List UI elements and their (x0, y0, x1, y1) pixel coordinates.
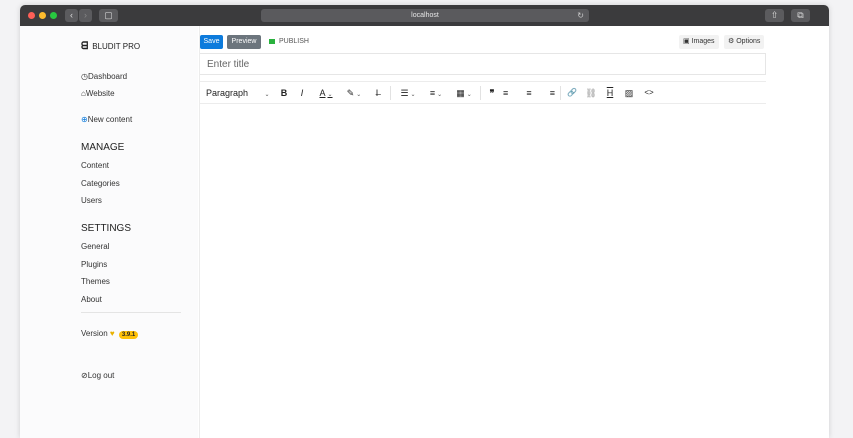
manage-heading: MANAGE (81, 142, 125, 153)
images-label: Images (691, 38, 715, 45)
brand-name: BLUDIT PRO (92, 42, 141, 51)
sidebar-item-new-content[interactable]: ⊕New content (81, 115, 132, 124)
options-label: Options (736, 38, 761, 45)
unlink-button[interactable]: ⛓ (584, 82, 598, 104)
sidebar-item-label: Log out (87, 371, 115, 380)
toolbar-separator (480, 86, 481, 100)
save-button[interactable]: Save (200, 35, 223, 49)
align-center-button[interactable]: ≡ (522, 82, 536, 104)
format-select[interactable]: Paragraph ⌄ (206, 82, 272, 104)
sidebar-item-website[interactable]: ⌂Website (81, 89, 115, 98)
sidebar-item-dashboard[interactable]: ◷Dashboard (81, 72, 127, 81)
italic-button[interactable]: I (295, 82, 309, 104)
publish-status[interactable]: PUBLISH (269, 38, 309, 45)
share-button[interactable]: ⇧ (765, 9, 784, 22)
url-text: localhost (411, 12, 439, 19)
editor-toolbar: Paragraph ⌄ B I A ⌄ ✎ ⌄ I̶ ☰ ⌄ ≡ ⌄ ▦ ⌄ ❞ ≡ ≡ … (200, 81, 766, 104)
numbered-list-icon: ≡ (429, 88, 436, 98)
sidebar-item-label: New content (87, 115, 133, 124)
zoom-window-button[interactable] (50, 12, 57, 19)
chevron-left-icon: ‹ (70, 10, 73, 20)
chevron-right-icon: › (84, 10, 87, 20)
sidebar-item-about[interactable]: About (81, 295, 102, 304)
sidebar-item-categories[interactable]: Categories (81, 179, 120, 188)
sidebar-item-content[interactable]: Content (81, 161, 109, 170)
chevron-down-icon: ⌄ (410, 92, 416, 98)
minimize-window-button[interactable] (39, 12, 46, 19)
address-bar[interactable]: localhost ↻ (261, 9, 589, 22)
chevron-down-icon: ⌄ (437, 92, 443, 98)
version-label: Version (81, 329, 108, 338)
browser-titlebar: ‹ › ▢ localhost ↻ ⇧ ⧉ (20, 5, 829, 26)
bullet-list-button[interactable]: ☰ ⌄ (396, 82, 420, 104)
back-button[interactable]: ‹ (65, 9, 78, 22)
align-right-button[interactable]: ≡ (541, 82, 555, 104)
chevron-down-icon: ⌄ (466, 92, 472, 98)
align-left-button[interactable]: ≡ (503, 82, 517, 104)
insert-link-button[interactable]: 🔗 (565, 82, 579, 104)
page-break-button[interactable]: H (603, 82, 617, 104)
bludit-logo-icon: ᗺ (81, 41, 89, 52)
chevron-down-icon: ⌄ (327, 92, 333, 98)
chevron-down-icon: ⌄ (264, 92, 270, 98)
insert-image-button[interactable]: ▨ (622, 82, 636, 104)
sidebar-item-users[interactable]: Users (81, 196, 102, 205)
forward-button[interactable]: › (79, 9, 92, 22)
version-info: Version ♥ 3.9.1 (81, 329, 139, 339)
toolbar-separator (560, 86, 561, 100)
bullet-list-icon: ☰ (400, 88, 409, 98)
gear-icon: ⚙ (728, 38, 735, 45)
highlighter-icon: ✎ (346, 88, 355, 98)
dashboard-icon: ◷ (81, 72, 88, 81)
text-color-button[interactable]: A ⌄ (314, 82, 338, 104)
status-indicator-icon (269, 39, 275, 44)
table-button[interactable]: ▦ ⌄ (452, 82, 476, 104)
image-icon: ▣ (683, 38, 690, 45)
status-label: PUBLISH (279, 38, 309, 45)
sidebar-item-label: Dashboard (87, 72, 128, 81)
numbered-list-button[interactable]: ≡ ⌄ (424, 82, 448, 104)
code-view-button[interactable]: <> (641, 82, 657, 104)
highlight-button[interactable]: ✎ ⌄ (342, 82, 366, 104)
preview-button[interactable]: Preview (227, 35, 261, 49)
close-window-button[interactable] (28, 12, 35, 19)
tabs-overview-button[interactable]: ⧉ (791, 9, 810, 22)
sidebar-item-logout[interactable]: ⊘Log out (81, 371, 114, 380)
clear-formatting-button[interactable]: I̶ (370, 82, 384, 104)
sidebar-toggle-button[interactable]: ▢ (99, 9, 118, 22)
toolbar-separator (390, 86, 391, 100)
reload-icon[interactable]: ↻ (577, 9, 584, 22)
heart-icon: ♥ (109, 329, 115, 338)
options-button[interactable]: ⚙ Options (724, 35, 765, 49)
logout-icon: ⊘ (81, 371, 88, 380)
editor-area: Save Preview PUBLISH ▣ Images ⚙ Options … (199, 26, 767, 438)
bold-button[interactable]: B (277, 82, 291, 104)
sidebar-item-plugins[interactable]: Plugins (81, 260, 107, 269)
sidebar-item-themes[interactable]: Themes (81, 277, 110, 286)
sidebar-item-label: Website (85, 89, 115, 98)
plus-circle-icon: ⊕ (81, 115, 88, 124)
sidebar-divider (81, 312, 181, 313)
sidebar-icon: ▢ (104, 10, 113, 20)
content-editor[interactable] (200, 104, 766, 438)
brand[interactable]: ᗺ BLUDIT PRO (81, 41, 140, 52)
sidebar-item-general[interactable]: General (81, 242, 109, 251)
chevron-down-icon: ⌄ (356, 92, 362, 98)
images-button[interactable]: ▣ Images (679, 35, 719, 49)
share-icon: ⇧ (770, 10, 779, 20)
title-input[interactable] (200, 53, 766, 75)
browser-window: ‹ › ▢ localhost ↻ ⇧ ⧉ ᗺ BLUDIT PRO ◷Dash… (20, 5, 829, 438)
tabs-icon: ⧉ (797, 10, 804, 20)
format-select-value: Paragraph (206, 88, 249, 98)
settings-heading: SETTINGS (81, 223, 132, 234)
blockquote-button[interactable]: ❞ (485, 82, 499, 104)
table-icon: ▦ (456, 88, 465, 98)
version-badge: 3.9.1 (118, 331, 139, 339)
admin-sidebar: ᗺ BLUDIT PRO ◷Dashboard ⌂Website ⊕New co… (20, 26, 198, 438)
text-color-icon: A (319, 88, 326, 98)
